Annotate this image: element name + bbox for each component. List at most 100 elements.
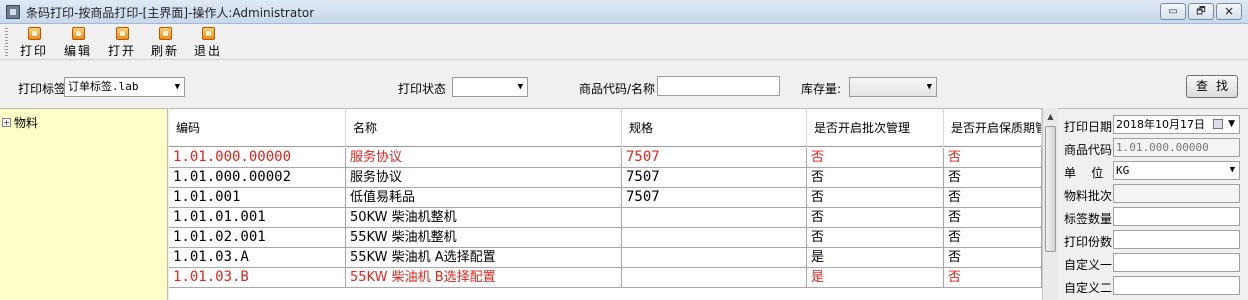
toolbar-grip[interactable] <box>5 28 8 56</box>
cell-batch-managed[interactable]: 否 <box>807 228 944 248</box>
cell-shelf-life-managed[interactable]: 否 <box>944 168 1042 188</box>
cell-code[interactable]: 1.01.000.00002 <box>169 168 346 188</box>
batch-field[interactable] <box>1113 184 1240 203</box>
custom1-field[interactable] <box>1113 253 1240 272</box>
table-row[interactable]: 1.01.03.A 55KW 柴油机 A选择配置 是否 <box>169 248 1042 268</box>
grid-header: 编码 名称 规格 是否开启批次管理 是否开启保质期管理 <box>169 109 1042 147</box>
window-controls: ▭ 🗗 🗙 <box>1160 3 1242 20</box>
open-button[interactable]: 打开 <box>102 26 142 58</box>
cell-spec[interactable]: 7507 <box>622 168 807 188</box>
cell-shelf-life-managed[interactable]: 否 <box>944 248 1042 268</box>
batch-label: 物料批次 <box>1064 189 1113 203</box>
cell-batch-managed[interactable]: 是 <box>807 248 944 268</box>
scroll-up-icon[interactable]: ▲ <box>1044 110 1057 124</box>
table-row[interactable]: 1.01.000.00002 服务协议 7507 否否 <box>169 168 1042 188</box>
column-header-shelf-life[interactable]: 是否开启保质期管理 <box>944 109 1042 147</box>
cell-batch-managed[interactable]: 否 <box>807 168 944 188</box>
print-copies-field[interactable] <box>1113 230 1240 249</box>
print-settings-panel: 打印日期 2018年10月17日 ▼ 商品代码 1.01.000.00000 单… <box>1058 108 1248 300</box>
cell-batch-managed[interactable]: 是 <box>807 268 944 288</box>
label-qty-field[interactable] <box>1113 207 1240 226</box>
table-row[interactable]: 1.01.01.001 50KW 柴油机整机 否否 <box>169 208 1042 228</box>
unit-row: 单 位 KG ▼ <box>1058 160 1248 182</box>
cell-spec[interactable] <box>622 228 807 248</box>
calendar-icon[interactable] <box>1213 119 1223 129</box>
cell-spec[interactable]: 7507 <box>622 148 807 168</box>
chevron-down-icon: ▼ <box>517 82 523 92</box>
refresh-button[interactable]: 刷新 <box>145 26 185 58</box>
label-qty-row: 标签数量 <box>1058 206 1248 228</box>
table-row[interactable]: 1.01.000.00000 服务协议 7507 否否 <box>169 148 1042 168</box>
scroll-thumb[interactable] <box>1045 126 1056 252</box>
tree-node-material[interactable]: + 物料 <box>2 114 38 131</box>
cell-shelf-life-managed[interactable]: 否 <box>944 268 1042 288</box>
cell-spec[interactable] <box>622 248 807 268</box>
cell-name[interactable]: 55KW 柴油机整机 <box>346 228 622 248</box>
cell-code[interactable]: 1.01.02.001 <box>169 228 346 248</box>
label-qty-label: 标签数量 <box>1064 212 1113 226</box>
cell-name[interactable]: 55KW 柴油机 A选择配置 <box>346 248 622 268</box>
template-label: 打印标签 <box>18 82 67 96</box>
unit-select[interactable]: KG ▼ <box>1113 161 1240 180</box>
unit-label: 单 位 <box>1064 166 1104 180</box>
column-header-batch[interactable]: 是否开启批次管理 <box>807 109 944 147</box>
grid-scrollbar[interactable]: ▲ <box>1042 108 1058 300</box>
cell-name[interactable]: 55KW 柴油机 B选择配置 <box>346 268 622 288</box>
cell-name[interactable]: 低值易耗品 <box>346 188 622 208</box>
print-date-picker[interactable]: 2018年10月17日 ▼ <box>1113 115 1240 134</box>
cell-name[interactable]: 服务协议 <box>346 148 622 168</box>
exit-button[interactable]: 退出 <box>188 26 228 58</box>
print-date-label: 打印日期 <box>1064 120 1113 134</box>
chevron-down-icon: ▼ <box>1229 165 1235 175</box>
restore-button[interactable]: 🗗 <box>1188 3 1214 20</box>
print-status-label: 打印状态 <box>398 82 447 96</box>
minimize-button[interactable]: ▭ <box>1160 3 1186 20</box>
refresh-icon <box>158 27 172 40</box>
cell-batch-managed[interactable]: 否 <box>807 208 944 228</box>
search-button[interactable]: 查找 <box>1186 75 1238 98</box>
chevron-down-icon[interactable]: ▼ <box>1228 116 1235 133</box>
table-row[interactable]: 1.01.02.001 55KW 柴油机整机 否否 <box>169 228 1042 248</box>
cell-code[interactable]: 1.01.01.001 <box>169 208 346 228</box>
table-row[interactable]: 1.01.001 低值易耗品 7507 否否 <box>169 188 1042 208</box>
cell-shelf-life-managed[interactable]: 否 <box>944 148 1042 168</box>
stock-select[interactable]: ▼ <box>849 77 937 97</box>
template-select-value: 订单标签.lab <box>68 80 139 93</box>
template-select[interactable]: 订单标签.lab ▼ <box>64 77 185 97</box>
cell-batch-managed[interactable]: 否 <box>807 188 944 208</box>
close-button[interactable]: 🗙 <box>1216 3 1242 20</box>
cell-code[interactable]: 1.01.001 <box>169 188 346 208</box>
custom2-field[interactable] <box>1113 276 1240 295</box>
print-status-select[interactable]: ▼ <box>452 77 528 97</box>
product-grid: 编码 名称 规格 是否开启批次管理 是否开启保质期管理 1.01.000.000… <box>169 108 1042 300</box>
product-code-label: 商品代码 <box>1064 143 1113 157</box>
edit-icon <box>71 27 85 40</box>
edit-button[interactable]: 编辑 <box>58 26 98 58</box>
print-button-label: 打印 <box>19 44 48 58</box>
product-input[interactable] <box>657 76 780 96</box>
cell-code[interactable]: 1.01.03.A <box>169 248 346 268</box>
cell-shelf-life-managed[interactable]: 否 <box>944 228 1042 248</box>
unit-select-value: KG <box>1116 164 1130 177</box>
column-header-code[interactable]: 编码 <box>169 109 346 147</box>
expand-icon[interactable]: + <box>2 118 11 127</box>
cell-shelf-life-managed[interactable]: 否 <box>944 208 1042 228</box>
exit-icon <box>201 27 215 40</box>
cell-spec[interactable]: 7507 <box>622 188 807 208</box>
cell-name[interactable]: 服务协议 <box>346 168 622 188</box>
custom1-row: 自定义一 <box>1058 252 1248 274</box>
custom2-row: 自定义二 <box>1058 275 1248 297</box>
column-header-spec[interactable]: 规格 <box>622 109 807 147</box>
cell-code[interactable]: 1.01.03.B <box>169 268 346 288</box>
cell-code[interactable]: 1.01.000.00000 <box>169 148 346 168</box>
cell-shelf-life-managed[interactable]: 否 <box>944 188 1042 208</box>
chevron-down-icon: ▼ <box>926 82 932 92</box>
cell-spec[interactable] <box>622 208 807 228</box>
print-button[interactable]: 打印 <box>14 26 54 58</box>
cell-name[interactable]: 50KW 柴油机整机 <box>346 208 622 228</box>
cell-spec[interactable] <box>622 268 807 288</box>
cell-batch-managed[interactable]: 否 <box>807 148 944 168</box>
column-header-name[interactable]: 名称 <box>346 109 622 147</box>
toolbar: 打印 编辑 打开 刷新 退出 <box>0 24 1248 60</box>
table-row[interactable]: 1.01.03.B 55KW 柴油机 B选择配置 是否 <box>169 268 1042 288</box>
